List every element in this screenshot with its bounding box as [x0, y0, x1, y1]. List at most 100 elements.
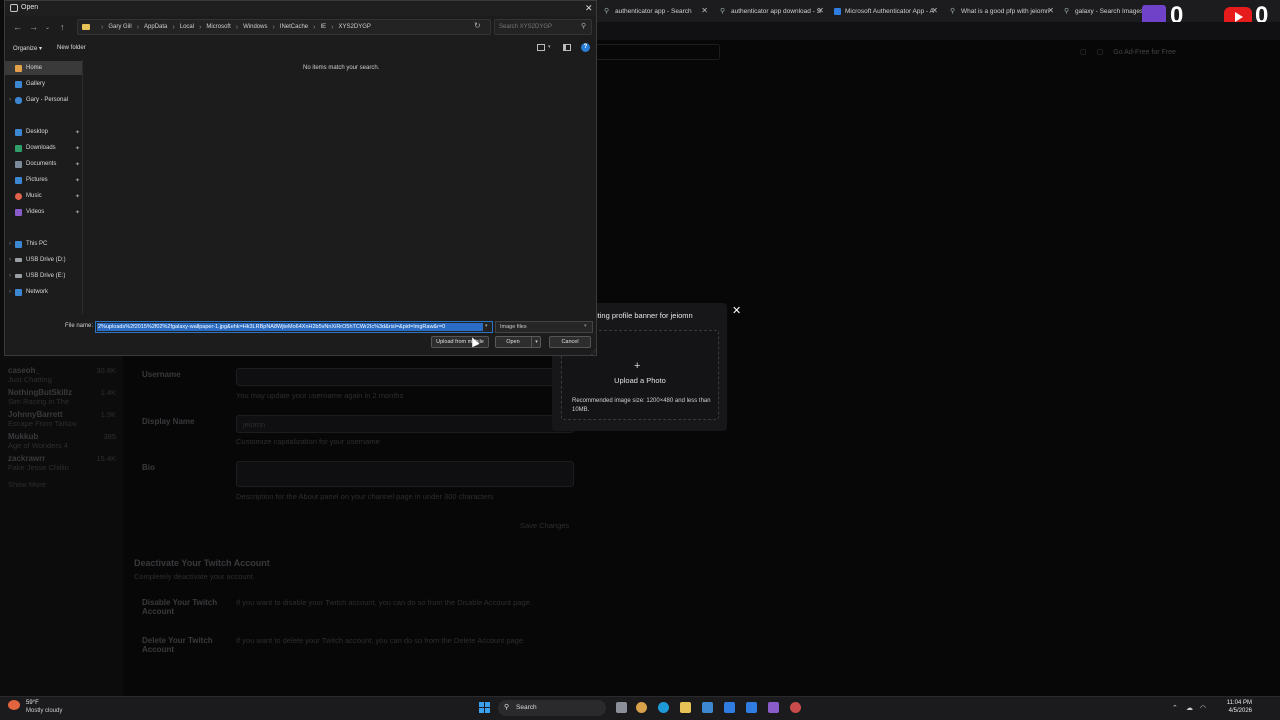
- address-bar[interactable]: › Gary Gill › AppData › Local › Microsoft › …: [77, 19, 491, 35]
- nav-item-usb-e[interactable]: › USB Drive (E:): [5, 269, 82, 283]
- nav-item-videos[interactable]: Videos ✦: [5, 205, 82, 219]
- chevron-down-icon[interactable]: ▾: [548, 44, 551, 50]
- close-tab-icon[interactable]: ✕: [817, 7, 824, 15]
- refresh-icon[interactable]: ↻: [474, 21, 481, 30]
- chrome-icon[interactable]: [790, 702, 801, 713]
- windows-start-icon[interactable]: [479, 702, 490, 713]
- notifications-icon[interactable]: ▢: [1080, 48, 1087, 56]
- tray-chevron-icon[interactable]: ⌃: [1172, 704, 1178, 712]
- onedrive-icon[interactable]: ☁: [1186, 704, 1193, 712]
- open-dropdown-icon[interactable]: ▾: [531, 337, 541, 347]
- weather-icon[interactable]: [8, 700, 20, 710]
- file-explorer-icon[interactable]: [680, 702, 691, 713]
- whispers-icon[interactable]: ▢: [1097, 48, 1104, 56]
- nav-item-documents[interactable]: Documents ✦: [5, 157, 82, 171]
- nav-item-network[interactable]: › Network: [5, 285, 82, 299]
- cancel-button[interactable]: Cancel: [549, 336, 591, 348]
- close-tab-icon[interactable]: ✕: [1047, 7, 1054, 15]
- channel-item[interactable]: zackrawrr Fake Jesse Chillin 15.4K: [8, 454, 118, 472]
- app-icon[interactable]: [768, 702, 779, 713]
- display-name-input[interactable]: jeiomn: [236, 415, 574, 433]
- file-type-select[interactable]: Image files: [495, 321, 593, 333]
- breadcrumb-item[interactable]: INetCache: [280, 24, 308, 30]
- help-icon[interactable]: ?: [581, 43, 590, 52]
- documents-icon: [15, 160, 22, 168]
- pin-icon: ✦: [74, 129, 80, 136]
- save-changes-button[interactable]: Save Changes: [520, 521, 569, 530]
- channel-item[interactable]: NothingButSkillz Sim Racing in The 1.4K: [8, 388, 118, 406]
- search-icon: ⚲: [604, 7, 610, 15]
- show-more-link[interactable]: Show More: [8, 480, 46, 489]
- new-folder-button[interactable]: New folder: [57, 45, 86, 51]
- up-arrow-icon[interactable]: ↑: [60, 22, 65, 32]
- breadcrumb-item[interactable]: AppData: [144, 24, 167, 30]
- preview-pane-icon[interactable]: [563, 44, 571, 51]
- breadcrumb-item[interactable]: Windows: [243, 24, 267, 30]
- breadcrumb-item[interactable]: IE: [321, 24, 327, 30]
- nav-item-pictures[interactable]: Pictures ✦: [5, 173, 82, 187]
- clock-date[interactable]: 4/5/2026: [1216, 708, 1252, 714]
- browser-tab[interactable]: ⚲ galaxy - Search Images: [1060, 0, 1144, 22]
- nav-item-onedrive[interactable]: › Gary - Personal: [5, 93, 82, 107]
- weather-description[interactable]: Mostly cloudy: [26, 708, 62, 714]
- twitch-search-bar[interactable]: [596, 44, 720, 60]
- channel-item[interactable]: JohnnyBarrett Escape From Tarkov 1.9K: [8, 410, 118, 428]
- bio-input[interactable]: [236, 461, 574, 487]
- channel-item[interactable]: caseoh_ Just Chatting 30.8K: [8, 366, 118, 384]
- chevron-right-icon[interactable]: ›: [5, 289, 15, 295]
- copilot-icon[interactable]: [636, 702, 647, 713]
- chevron-right-icon[interactable]: ›: [5, 257, 15, 263]
- vscode-icon[interactable]: [746, 702, 757, 713]
- upload-from-mobile-button[interactable]: Upload from mobile: [431, 336, 489, 348]
- organize-menu[interactable]: Organize ▾: [13, 45, 42, 52]
- mail-icon[interactable]: [724, 702, 735, 713]
- upload-photo-label[interactable]: Upload a Photo: [561, 376, 719, 385]
- nav-item-downloads[interactable]: Downloads ✦: [5, 141, 82, 155]
- folder-search-input[interactable]: Search XYS2DYGP: [494, 19, 592, 35]
- chevron-right-icon[interactable]: ›: [5, 97, 15, 103]
- browser-tab[interactable]: Microsoft Authenticator App - A ✕: [830, 0, 942, 22]
- channel-item[interactable]: Mukkub Age of Wonders 4 385: [8, 432, 118, 450]
- dialog-title: Open: [21, 4, 39, 11]
- nav-item-home[interactable]: Home: [5, 61, 82, 75]
- close-icon[interactable]: ✕: [585, 3, 593, 14]
- browser-tab[interactable]: ⚲ What is a good pfp with jeiomn ✕: [946, 0, 1058, 22]
- edge-icon[interactable]: [658, 702, 669, 713]
- task-view-icon[interactable]: [616, 702, 627, 713]
- chevron-right-icon[interactable]: ›: [5, 241, 15, 247]
- file-name-value[interactable]: 2%uploads%2f2015%2f02%2fgalaxy-wallpaper…: [97, 323, 483, 331]
- browser-tab[interactable]: ⚲ authenticator app download - S ✕: [716, 0, 828, 22]
- breadcrumb-item[interactable]: XYS2DYGP: [339, 24, 371, 30]
- nav-item-desktop[interactable]: Desktop ✦: [5, 125, 82, 139]
- weather-temperature[interactable]: 59°F: [26, 700, 39, 706]
- nav-item-this-pc[interactable]: › This PC: [5, 237, 82, 251]
- chevron-down-icon[interactable]: ▾: [485, 323, 488, 329]
- forward-arrow-icon[interactable]: →: [29, 22, 38, 32]
- store-icon[interactable]: [702, 702, 713, 713]
- cloud-icon: [15, 96, 22, 104]
- close-tab-icon[interactable]: ✕: [931, 7, 938, 15]
- breadcrumb-item[interactable]: Local: [180, 24, 194, 30]
- browser-tab[interactable]: ⚲ authenticator app - Search ✕: [600, 0, 712, 22]
- breadcrumb-item[interactable]: Gary Gill: [108, 24, 131, 30]
- resize-grip-icon[interactable]: ⋰: [591, 349, 597, 356]
- username-input[interactable]: [236, 368, 574, 386]
- chevron-down-icon[interactable]: ▾: [584, 323, 587, 329]
- view-options-icon[interactable]: [537, 44, 545, 51]
- search-icon: ⚲: [950, 7, 956, 15]
- nav-item-gallery[interactable]: Gallery: [5, 77, 82, 91]
- clock-time[interactable]: 11:04 PM: [1216, 700, 1252, 706]
- taskbar-search[interactable]: Search: [498, 700, 606, 716]
- recent-dropdown-icon[interactable]: ⌄: [45, 24, 50, 31]
- nav-item-usb-d[interactable]: › USB Drive (D:): [5, 253, 82, 267]
- wifi-icon[interactable]: ◠: [1200, 704, 1206, 712]
- nav-item-music[interactable]: Music ✦: [5, 189, 82, 203]
- gallery-icon: [15, 80, 22, 88]
- chevron-right-icon[interactable]: ›: [5, 273, 15, 279]
- back-arrow-icon[interactable]: ←: [13, 22, 22, 32]
- pin-icon: ✦: [74, 209, 80, 216]
- go-ad-free-link[interactable]: Go Ad-Free for Free: [1113, 49, 1176, 56]
- breadcrumb-item[interactable]: Microsoft: [206, 24, 230, 30]
- close-icon[interactable]: ✕: [732, 304, 741, 317]
- close-tab-icon[interactable]: ✕: [701, 7, 708, 15]
